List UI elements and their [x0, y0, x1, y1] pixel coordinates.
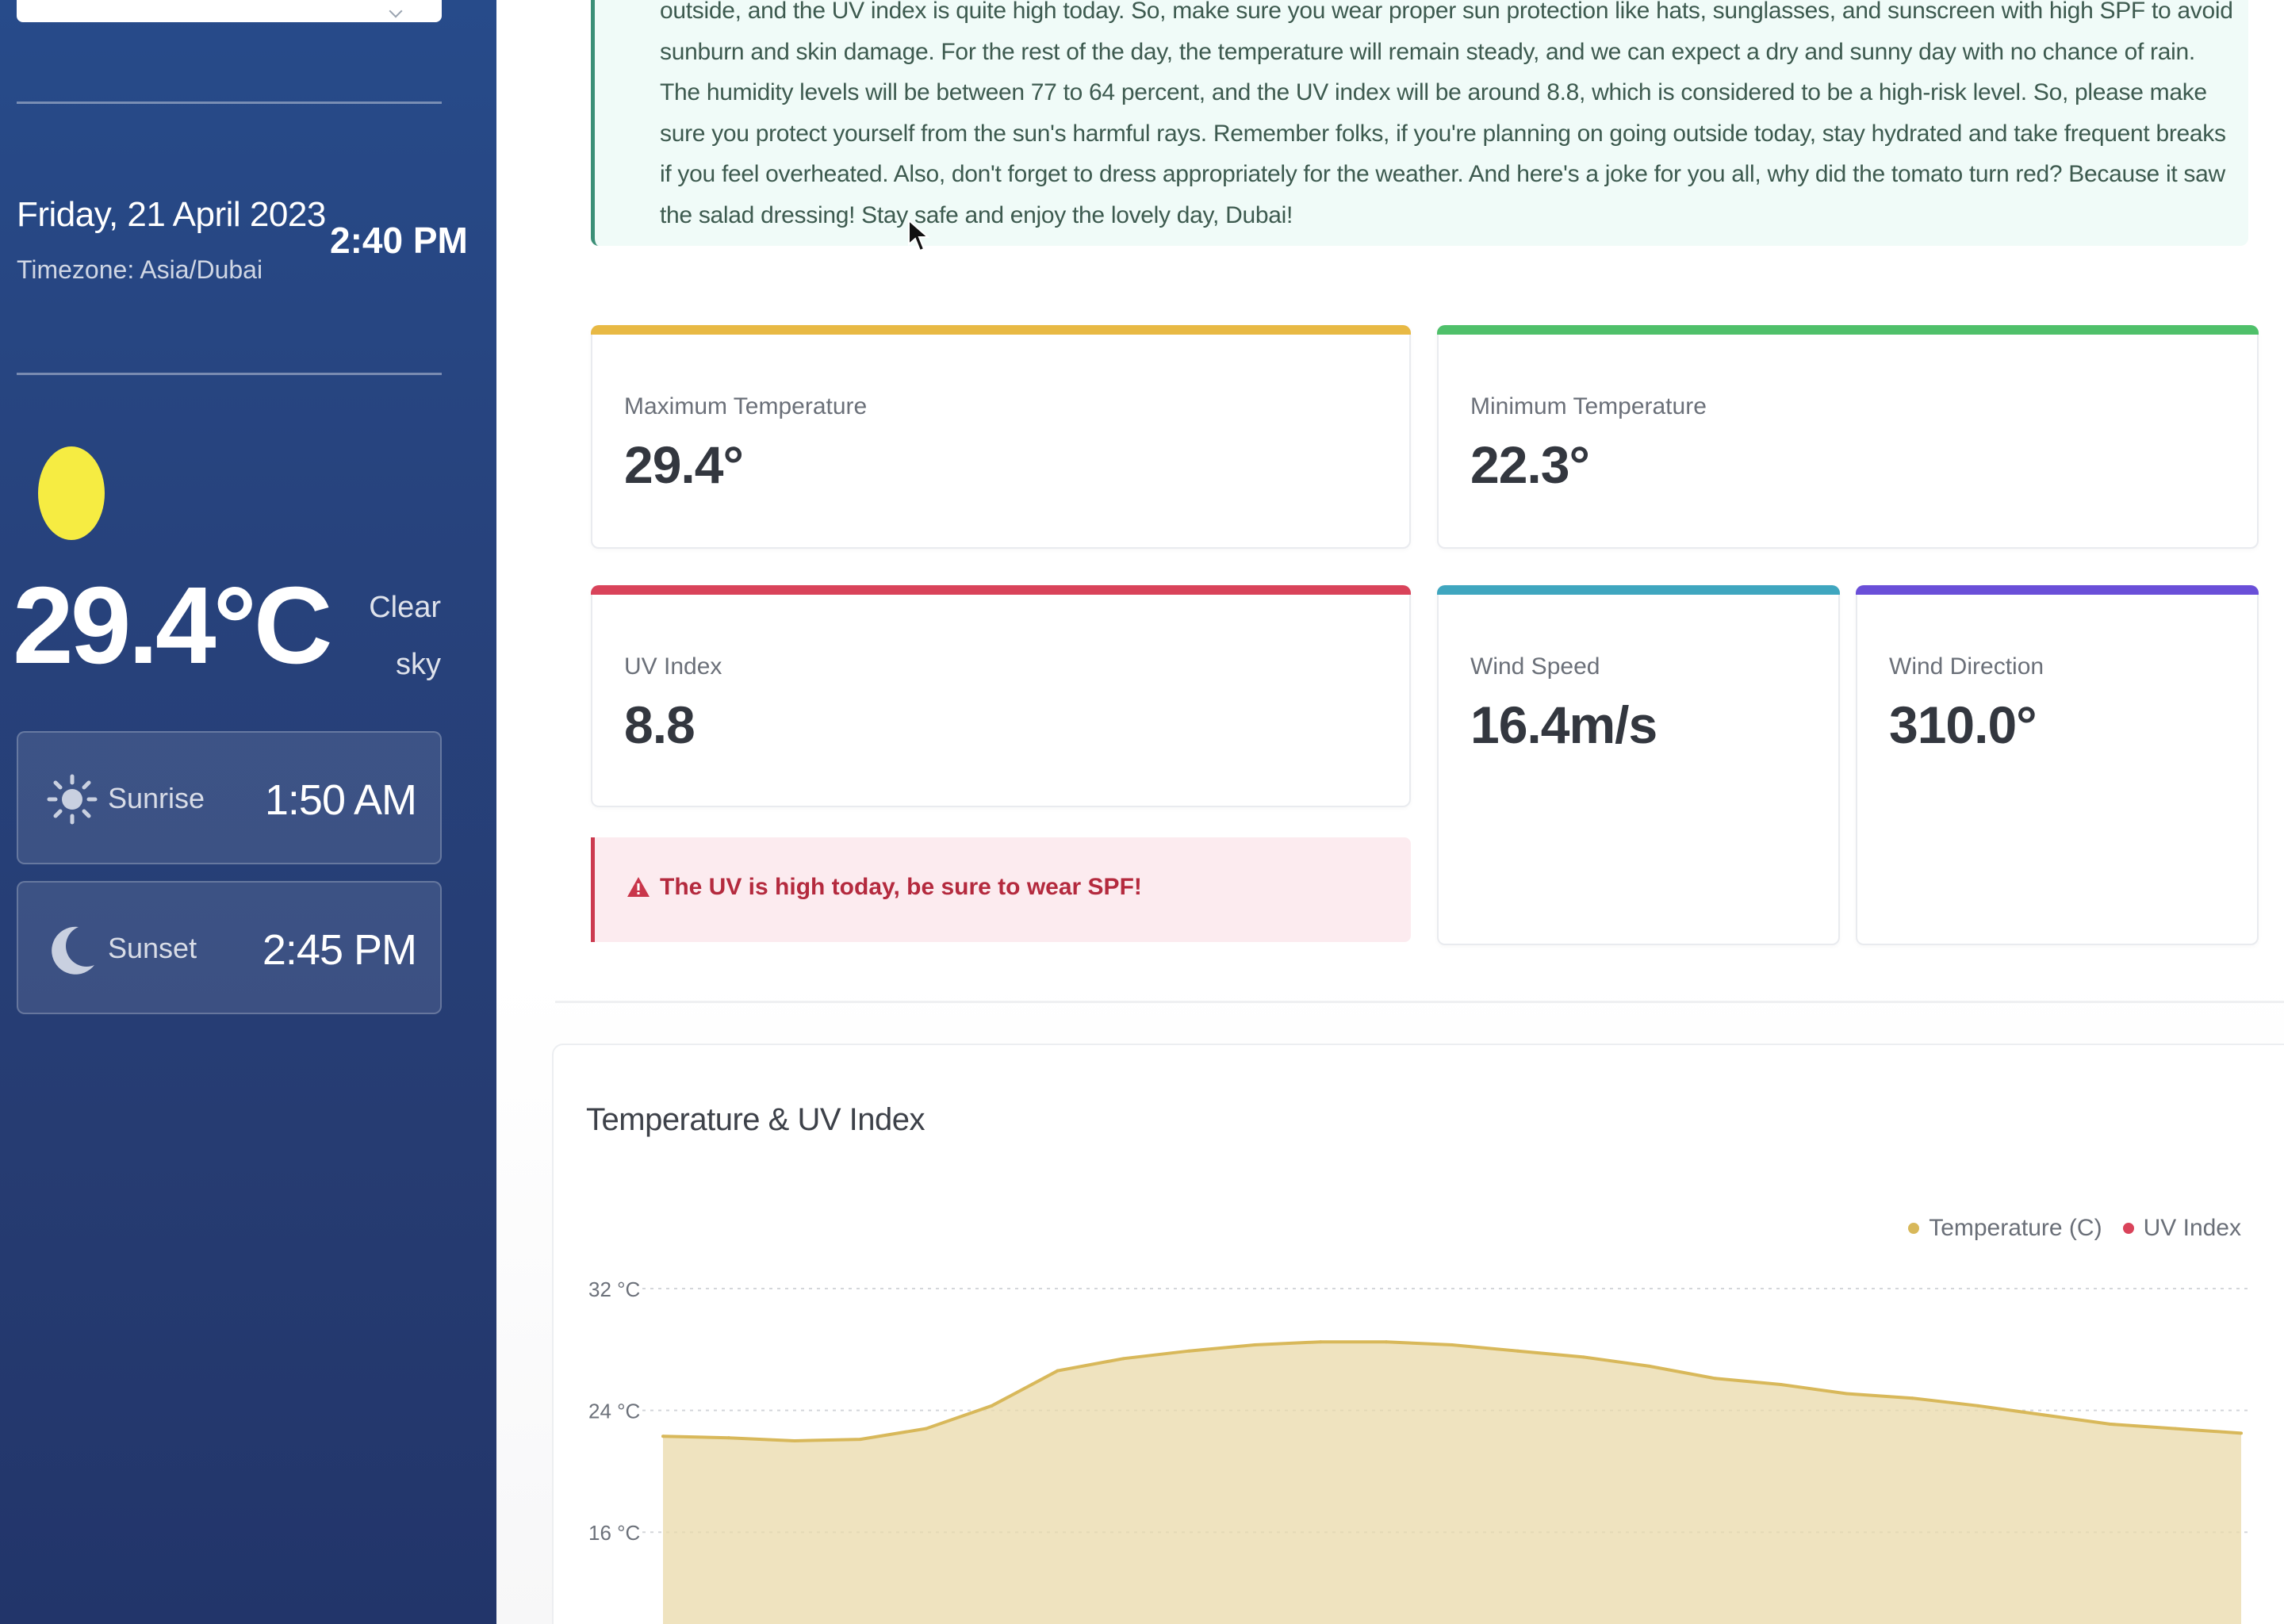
temperature-point [924, 1427, 928, 1431]
temperature-point [1581, 1355, 1585, 1359]
temperature-point [792, 1439, 796, 1442]
y-tick-label: 16 °C [588, 1521, 640, 1545]
temperature-point [2042, 1413, 2046, 1417]
temperature-area [663, 1342, 2241, 1624]
temperature-point [1779, 1382, 1783, 1386]
temperature-point [1713, 1377, 1717, 1381]
temperature-point [1910, 1396, 1914, 1400]
temperature-point [1056, 1369, 1060, 1373]
y-tick-label: 32 °C [588, 1277, 640, 1301]
temperature-point [990, 1404, 994, 1408]
temperature-point [2174, 1427, 2178, 1431]
temperature-point [1319, 1340, 1323, 1344]
temperature-point [2108, 1422, 2112, 1426]
temperature-point [1647, 1364, 1651, 1368]
temperature-uv-chart: 32 °C 24 °C 16 °C [588, 1277, 2252, 1624]
temperature-point [661, 1434, 665, 1438]
temperature-point [1385, 1340, 1389, 1344]
temperature-point [1976, 1404, 1980, 1408]
y-tick-label: 24 °C [588, 1400, 640, 1423]
temperature-point [2240, 1431, 2243, 1435]
temperature-point [1121, 1357, 1125, 1361]
mouse-cursor-icon [908, 219, 930, 252]
temperature-point [1187, 1349, 1191, 1353]
temperature-point [1845, 1392, 1849, 1396]
temperature-point [1253, 1343, 1257, 1347]
temperature-point [1450, 1343, 1454, 1347]
temperature-point [1516, 1349, 1519, 1353]
temperature-point [726, 1436, 730, 1440]
temperature-point [858, 1438, 862, 1442]
